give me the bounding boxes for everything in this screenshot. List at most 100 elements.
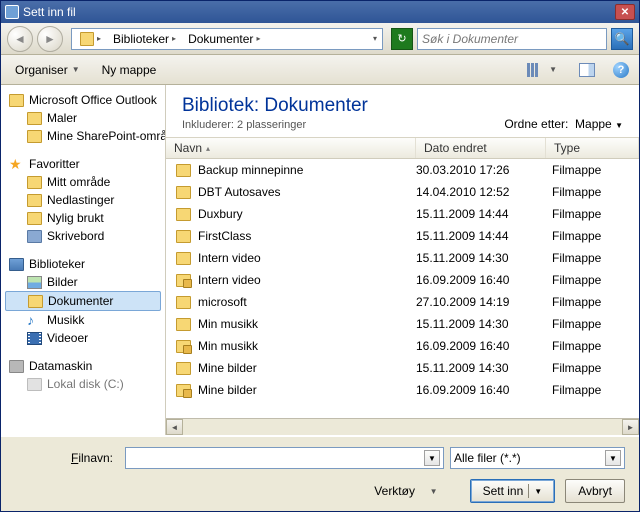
folder-icon [176,296,191,309]
file-name: microsoft [198,295,247,309]
filename-input[interactable]: ▼ [125,447,444,469]
nav-back-button[interactable]: ◄ [7,26,33,52]
file-date: 27.10.2009 14:19 [416,295,546,309]
tree-item[interactable]: Nedlastinger [1,191,165,209]
close-button[interactable]: ✕ [615,4,635,20]
file-row[interactable]: FirstClass 15.11.2009 14:44Filmappe [166,225,639,247]
file-type: Filmappe [546,339,639,353]
file-name: Intern video [198,273,261,287]
insert-button[interactable]: Sett inn ▼ [470,479,556,503]
nav-tree[interactable]: Microsoft Office Outlook Maler Mine Shar… [1,85,166,435]
file-name: Intern video [198,251,261,265]
library-subline[interactable]: Inkluderer: 2 plasseringer [182,119,368,131]
tree-item-pictures[interactable]: Bilder [1,273,165,291]
scroll-left-icon[interactable]: ◄ [166,419,183,435]
tree-item[interactable]: Nylig brukt [1,209,165,227]
file-row[interactable]: DBT Autosaves14.04.2010 12:52Filmappe [166,181,639,203]
folder-icon [176,362,191,375]
folder-icon [176,384,191,397]
file-name: Duxbury [198,207,243,221]
file-name: Min musikk [198,317,258,331]
file-row[interactable]: Backup minnepinne30.03.2010 17:26Filmapp… [166,159,639,181]
file-type: Filmappe [546,317,639,331]
file-type: Filmappe [546,295,639,309]
file-date: 16.09.2009 16:40 [416,273,546,287]
folder-icon [176,164,191,177]
app-icon [5,5,19,19]
tree-item[interactable]: Mitt område [1,173,165,191]
filename-label: Filnavn: [15,451,119,465]
file-row[interactable]: Mine bilder15.11.2009 14:30Filmappe [166,357,639,379]
preview-pane-icon [579,63,595,77]
title-bar[interactable]: Sett inn fil ✕ [1,1,639,23]
file-row[interactable]: Min musikk 15.11.2009 14:30Filmappe [166,313,639,335]
tree-item-videos[interactable]: Videoer [1,329,165,347]
dialog-window: Sett inn fil ✕ ◄ ► ▸ Biblioteker▸ Dokume… [0,0,640,512]
tree-item-documents[interactable]: Dokumenter [5,291,161,311]
cancel-button[interactable]: Avbryt [565,479,625,503]
tree-group-favorites[interactable]: ★Favoritter [1,155,165,173]
file-row[interactable]: Intern video 15.11.2009 14:30Filmappe [166,247,639,269]
folder-icon [176,318,191,331]
horizontal-scrollbar[interactable]: ◄ ► [166,418,639,435]
tools-button[interactable]: Verktøy ▼ [370,481,441,501]
nav-forward-button[interactable]: ► [37,26,63,52]
file-type: Filmappe [546,185,639,199]
tree-item-music[interactable]: ♪Musikk [1,311,165,329]
col-date[interactable]: Dato endret [416,138,546,158]
file-date: 15.11.2009 14:44 [416,229,546,243]
tree-group-outlook[interactable]: Microsoft Office Outlook [1,91,165,109]
organize-button[interactable]: Organiser▼ [11,60,84,80]
tree-item-disk[interactable]: Lokal disk (C:) [1,375,165,393]
tree-item[interactable]: Maler [1,109,165,127]
view-icon [527,63,545,77]
file-date: 30.03.2010 17:26 [416,163,546,177]
search-placeholder: Søk i Dokumenter [422,32,518,46]
content-pane: Bibliotek: Dokumenter Inkluderer: 2 plas… [166,85,639,435]
new-folder-button[interactable]: Ny mappe [98,60,161,80]
toolbar: Organiser▼ Ny mappe ▼ ? [1,55,639,85]
tree-group-computer[interactable]: Datamaskin [1,357,165,375]
library-heading: Bibliotek: Dokumenter [182,95,368,117]
folder-icon [176,186,191,199]
file-row[interactable]: microsoft 27.10.2009 14:19Filmappe [166,291,639,313]
arrange-by[interactable]: Ordne etter: Mappe ▼ [504,117,623,131]
file-name: DBT Autosaves [198,185,281,199]
search-go-button[interactable]: 🔍 [611,28,633,50]
tree-group-libraries[interactable]: Biblioteker [1,255,165,273]
window-title: Sett inn fil [23,5,76,19]
file-date: 15.11.2009 14:30 [416,251,546,265]
folder-icon [176,230,191,243]
breadcrumb-bar[interactable]: ▸ Biblioteker▸ Dokumenter▸ ▾ [71,28,383,50]
help-button[interactable]: ? [613,62,629,78]
file-row[interactable]: Duxbury 15.11.2009 14:44Filmappe [166,203,639,225]
file-list[interactable]: Backup minnepinne30.03.2010 17:26Filmapp… [166,159,639,418]
file-type: Filmappe [546,251,639,265]
column-headers[interactable]: Navn▴ Dato endret Type [166,137,639,159]
file-filter-select[interactable]: Alle filer (*.*) ▼ [450,447,625,469]
search-input[interactable]: Søk i Dokumenter [417,28,607,50]
col-type[interactable]: Type [546,138,639,158]
file-date: 15.11.2009 14:44 [416,207,546,221]
view-button[interactable]: ▼ [523,60,561,80]
file-date: 16.09.2009 16:40 [416,383,546,397]
file-date: 15.11.2009 14:30 [416,361,546,375]
crumb-0[interactable]: Biblioteker [113,32,169,46]
file-row[interactable]: Intern video16.09.2009 16:40Filmappe [166,269,639,291]
filter-drop-icon[interactable]: ▼ [605,450,621,466]
file-type: Filmappe [546,229,639,243]
filename-drop-icon[interactable]: ▼ [424,450,440,466]
file-type: Filmappe [546,207,639,221]
scroll-right-icon[interactable]: ► [622,419,639,435]
file-row[interactable]: Mine bilder16.09.2009 16:40Filmappe [166,379,639,401]
refresh-button[interactable]: ↻ [391,28,413,50]
file-row[interactable]: Min musikk16.09.2009 16:40Filmappe [166,335,639,357]
tree-item[interactable]: Mine SharePoint-områder [1,127,165,145]
crumb-1[interactable]: Dokumenter [188,32,253,46]
file-name: Backup minnepinne [198,163,303,177]
tree-item[interactable]: Skrivebord [1,227,165,245]
file-date: 15.11.2009 14:30 [416,317,546,331]
col-name[interactable]: Navn▴ [166,138,416,158]
preview-pane-button[interactable] [575,60,599,80]
file-name: FirstClass [198,229,251,243]
